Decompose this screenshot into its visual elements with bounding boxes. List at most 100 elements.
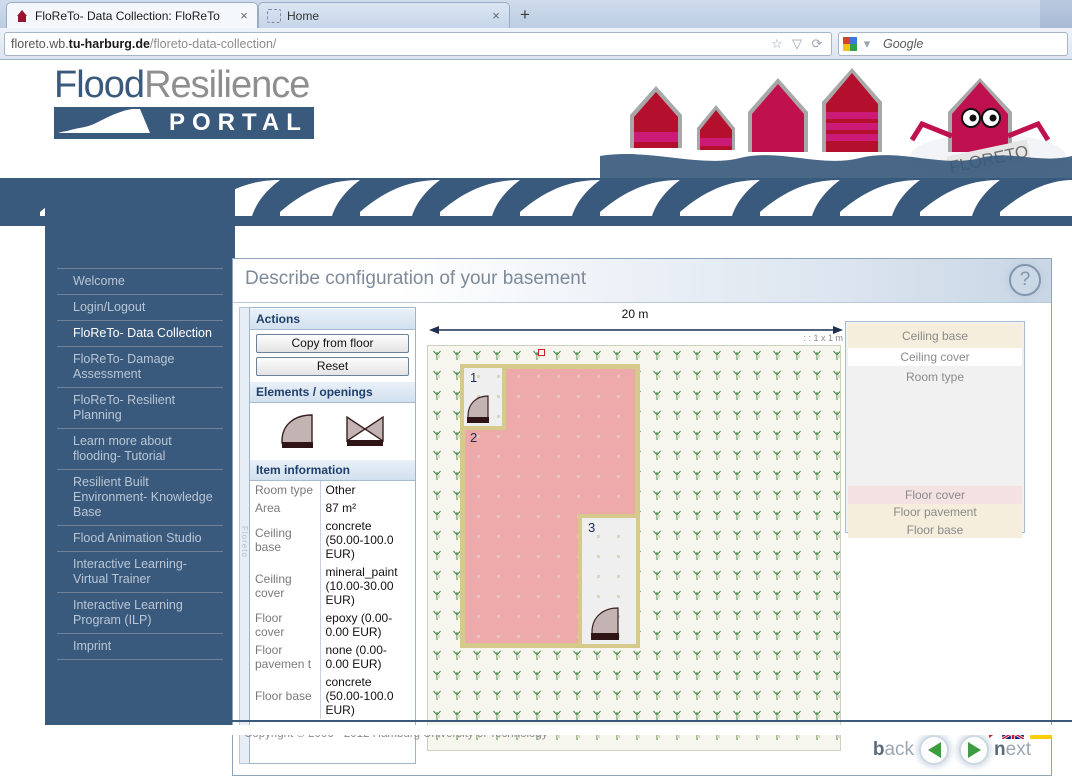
logo-wordmark: FloodResilience — [54, 65, 314, 105]
info-value: mineral_paint (10.00-30.00 EUR) — [325, 565, 398, 607]
logo-resilience-text: Resilience — [144, 64, 310, 106]
url-host: tu-harburg.de — [68, 36, 150, 51]
actions-section-title: Actions — [250, 308, 415, 330]
reload-icon[interactable]: ⟳ — [807, 36, 827, 52]
search-input[interactable]: Google — [883, 37, 923, 51]
room-label-1: 1 — [470, 370, 477, 385]
tab-title: FloReTo- Data Collection: FloReTo — [35, 8, 220, 23]
footer-divider — [232, 720, 1072, 722]
browser-tab-home[interactable]: Home × — [258, 2, 510, 28]
sidebar-item-knowledge-base[interactable]: Resilient Built Environment- Knowledge B… — [57, 470, 223, 526]
legend-row-ceiling-base: Ceiling base — [848, 324, 1022, 348]
info-key: Ceiling base — [250, 517, 321, 563]
content-header: Describe configuration of your basement … — [233, 259, 1051, 303]
double-door-icon[interactable] — [343, 413, 387, 449]
sidebar-item-label: Imprint — [73, 639, 112, 653]
cursor-marker[interactable] — [538, 349, 545, 356]
url-bar[interactable]: floreto.wb.tu-harburg.de/floreto-data-co… — [4, 31, 832, 56]
bookmark-star-icon[interactable]: ☆ — [767, 36, 787, 52]
url-prefix: floreto.wb. — [11, 36, 69, 51]
sidebar-item-damage-assessment[interactable]: FloReTo- Damage Assessment — [57, 347, 223, 388]
legend-label: Room type — [905, 370, 965, 384]
info-value: Other — [325, 483, 356, 497]
door-quarter-circle-icon[interactable] — [278, 413, 322, 449]
google-logo-icon — [843, 36, 857, 51]
tab-close-icon[interactable]: × — [237, 8, 251, 23]
sidebar-item-resilient-planning[interactable]: FloReTo- Resilient Planning — [57, 388, 223, 429]
search-bar[interactable]: ▾ Google — [838, 31, 1068, 56]
sidebar-item-imprint[interactable]: Imprint — [57, 634, 223, 660]
canvas-scale-label: : : 1 x 1 m — [803, 333, 843, 343]
legend-label: Floor base — [906, 523, 964, 537]
tab-close-icon[interactable]: × — [489, 8, 503, 23]
chevron-down-icon[interactable]: ▽ — [787, 36, 807, 52]
info-value: epoxy (0.00-0.00 EUR) — [325, 611, 393, 639]
footer-bottom-filler — [0, 725, 1072, 735]
tab-strip: FloReTo- Data Collection: FloReTo × Home… — [0, 0, 1072, 28]
tab-title: Home — [287, 8, 320, 23]
sidebar-item-label: Login/Logout — [73, 300, 146, 314]
room-label-3: 3 — [588, 520, 595, 535]
info-value: concrete (50.00-100.0 EUR) — [325, 519, 394, 561]
floorplan-grid[interactable]: 1 2 3 — [427, 345, 841, 751]
tool-panel: Actions Copy from floor Reset Elements /… — [249, 307, 416, 764]
table-row: Floor pavemen t none (0.00-0.00 EUR) — [250, 641, 415, 673]
sidebar-item-label: Resilient Built Environment- Knowledge B… — [73, 475, 213, 519]
new-tab-button[interactable]: + — [512, 4, 538, 26]
elements-palette — [250, 403, 415, 459]
floorplan-svg[interactable]: 1 2 3 — [428, 346, 840, 750]
sidebar-item-label: FloReTo- Data Collection — [73, 326, 212, 340]
search-engine-caret-icon[interactable]: ▾ — [857, 36, 877, 52]
item-information-list: Room type Other Area 87 m² Ceiling base … — [250, 481, 415, 759]
legend-row-floor-pavement: Floor pavement — [848, 504, 1022, 520]
reset-button[interactable]: Reset — [256, 357, 409, 376]
info-key: Floor cover — [250, 609, 321, 641]
sidebar-item-welcome[interactable]: Welcome — [57, 268, 223, 295]
sidebar-item-data-collection[interactable]: FloReTo- Data Collection — [57, 321, 223, 347]
logo-wave-icon — [58, 109, 150, 133]
legend-label: Floor pavement — [893, 505, 977, 519]
sidebar-item-flood-animation-studio[interactable]: Flood Animation Studio — [57, 526, 223, 552]
legend-inner: Ceiling base Ceiling cover Room type Flo… — [848, 324, 1022, 538]
canvas-width-label: 20 m — [621, 307, 649, 321]
room-label-2: 2 — [470, 430, 477, 445]
table-row: Ceiling cover mineral_paint (10.00-30.00… — [250, 563, 415, 609]
info-value: 87 m² — [325, 501, 357, 515]
info-value: none (0.00-0.00 EUR) — [325, 643, 387, 671]
copy-from-floor-button[interactable]: Copy from floor — [256, 334, 409, 353]
sidebar-item-tutorial[interactable]: Learn more about flooding- Tutorial — [57, 429, 223, 470]
url-text: floreto.wb.tu-harburg.de/floreto-data-co… — [11, 37, 767, 51]
sidebar-item-ilp[interactable]: Interactive Learning Program (ILP) — [57, 593, 223, 634]
sidebar-item-label: FloReTo- Damage Assessment — [73, 352, 175, 381]
legend-label: Ceiling base — [901, 329, 969, 343]
legend-row-ceiling-cover: Ceiling cover — [848, 348, 1022, 366]
logo-portal-text: PORTAL — [169, 109, 308, 136]
houses-illustration: FLORETO — [600, 68, 1072, 178]
table-row: Ceiling base concrete (50.00-100.0 EUR) — [250, 517, 415, 563]
site-banner: FloodResilience PORTAL — [0, 60, 1072, 178]
site-logo[interactable]: FloodResilience PORTAL — [54, 65, 314, 139]
sidebar-item-virtual-trainer[interactable]: Interactive Learning- Virtual Trainer — [57, 552, 223, 593]
browser-chrome: FloReTo- Data Collection: FloReTo × Home… — [0, 0, 1072, 60]
item-information-table: Room type Other Area 87 m² Ceiling base … — [250, 481, 415, 719]
elements-section-title: Elements / openings — [250, 381, 415, 403]
placeholder-favicon-icon — [267, 8, 281, 23]
info-value: concrete (50.00-100.0 EUR) — [325, 675, 394, 717]
legend-label: Ceiling cover — [900, 350, 970, 364]
sidebar-item-login-logout[interactable]: Login/Logout — [57, 295, 223, 321]
table-row: Floor base concrete (50.00-100.0 EUR) — [250, 673, 415, 719]
layer-legend: Ceiling base Ceiling cover Room type Flo… — [845, 321, 1025, 538]
sidebar-item-label: Welcome — [73, 274, 125, 288]
browser-tab-active[interactable]: FloReTo- Data Collection: FloReTo × — [6, 2, 258, 28]
sidebar: Welcome Login/Logout FloReTo- Data Colle… — [45, 178, 235, 735]
info-key: Area — [250, 499, 321, 517]
page-title: Describe configuration of your basement — [245, 268, 587, 289]
legend-row-floor-base: Floor base — [848, 520, 1022, 538]
table-row: Floor cover epoxy (0.00-0.00 EUR) — [250, 609, 415, 641]
logo-bar: PORTAL — [54, 107, 314, 139]
logo-flood-text: Flood — [54, 64, 145, 106]
url-path: /floreto-data-collection/ — [149, 36, 277, 51]
table-row: Area 87 m² — [250, 499, 415, 517]
table-row: Room type Other — [250, 481, 415, 499]
help-icon[interactable]: ? — [1009, 264, 1041, 296]
